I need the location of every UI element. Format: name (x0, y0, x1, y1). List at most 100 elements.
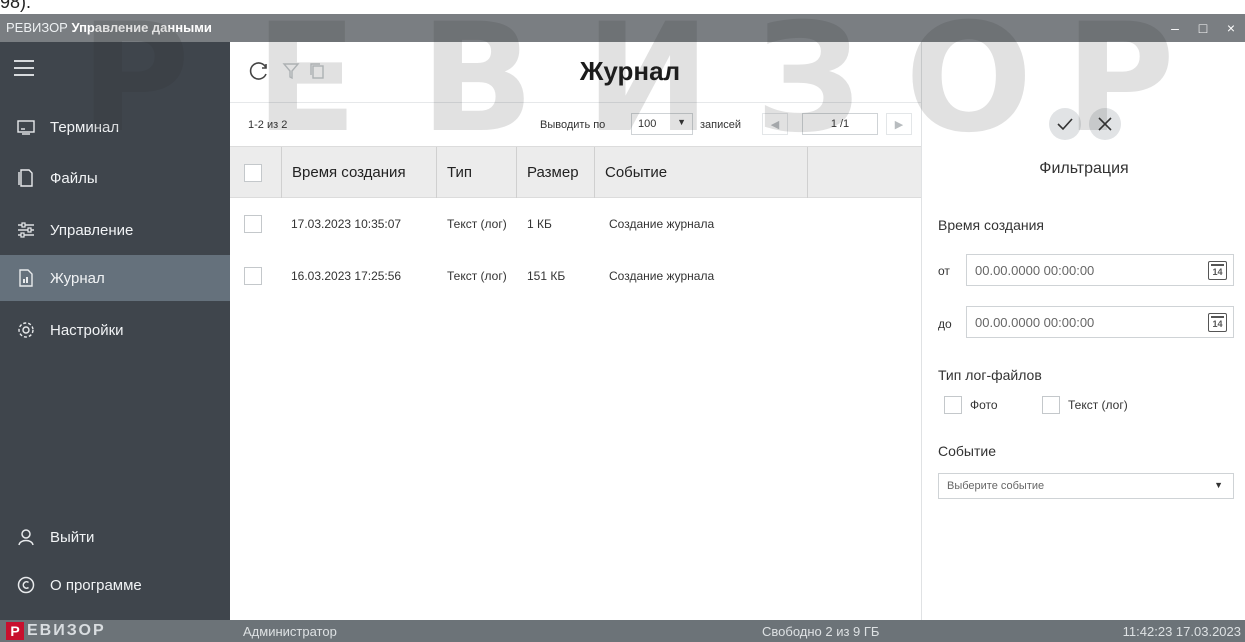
gear-icon (16, 320, 36, 340)
sidebar-item-label: Управление (50, 221, 134, 239)
event-select-placeholder: Выберите событие (947, 480, 1045, 492)
toolbar: Журнал (230, 42, 921, 102)
header-select-all (230, 147, 282, 198)
calendar-icon[interactable]: 14 (1208, 261, 1227, 280)
filter-title: Фильтрация (1039, 160, 1129, 177)
cell-event: Создание журнала (609, 269, 715, 283)
type-photo-label: Фото (970, 398, 998, 412)
page-indicator[interactable]: 1 /1 (802, 113, 878, 135)
window-controls: – □ × (1161, 14, 1245, 42)
cell-type: Текст (лог) (447, 217, 507, 231)
filter-panel: Фильтрация Время создания от 00.00.0000 … (921, 42, 1245, 620)
event-label: Событие (938, 443, 996, 459)
table-row[interactable]: 17.03.2023 10:35:07 Текст (лог) 1 КБ Соз… (230, 198, 921, 250)
select-all-checkbox[interactable] (244, 163, 262, 182)
type-photo-option[interactable]: Фото (944, 396, 998, 414)
table-header: Время создания Тип Размер Событие (230, 146, 921, 198)
journal-content: Журнал 1-2 из 2 Выводить по 100 ▼ записе… (230, 42, 921, 620)
reset-filter-button[interactable] (1089, 108, 1121, 140)
sidebar-item-about[interactable]: О программе (0, 562, 230, 608)
refresh-icon[interactable] (248, 60, 270, 82)
pagination-bar: 1-2 из 2 Выводить по 100 ▼ записей ◀ 1 /… (230, 102, 921, 146)
status-user: Администратор (243, 624, 337, 639)
apply-filter-button[interactable] (1049, 108, 1081, 140)
files-icon (16, 168, 36, 188)
cell-type: Текст (лог) (447, 269, 507, 283)
app-title: РЕВИЗОР Управление данными (6, 20, 212, 35)
created-time-label: Время создания (938, 217, 1044, 233)
dropdown-arrow-icon: ▼ (1214, 480, 1223, 490)
column-header-event[interactable]: Событие (595, 147, 808, 198)
event-select[interactable]: Выберите событие ▼ (938, 473, 1234, 499)
filter-icon[interactable] (280, 60, 302, 82)
sidebar-item-settings[interactable]: Настройки (0, 307, 230, 353)
revizor-logo: Р ЕВИЗОР (0, 620, 106, 642)
cell-size: 1 КБ (527, 217, 552, 231)
logo-badge: Р (6, 622, 24, 640)
window-titlebar: РЕВИЗОР Управление данными – □ × (0, 14, 1245, 42)
sidebar-item-logout[interactable]: Выйти (0, 514, 230, 560)
date-to-field[interactable]: 00.00.0000 00:00:00 14 (966, 306, 1234, 338)
row-checkbox[interactable] (244, 267, 262, 285)
date-from-field[interactable]: 00.00.0000 00:00:00 14 (966, 254, 1234, 286)
status-bar: Р ЕВИЗОР Администратор Свободно 2 из 9 Г… (0, 620, 1245, 642)
app-brand: РЕВИЗОР (6, 20, 68, 35)
logo-text: ЕВИЗОР (27, 622, 106, 639)
column-header-type[interactable]: Тип (437, 147, 517, 198)
sidebar-item-journal[interactable]: Журнал (0, 255, 230, 301)
type-text-option[interactable]: Текст (лог) (1042, 396, 1128, 414)
column-header-size[interactable]: Размер (517, 147, 595, 198)
per-page-value: 100 (638, 118, 657, 130)
terminal-icon (16, 117, 36, 137)
record-count: 1-2 из 2 (248, 119, 288, 131)
sidebar-item-label: Выйти (50, 528, 95, 546)
top-strip: 98). (0, 0, 1245, 14)
sidebar: Терминал Файлы Управление Журнал Настрой… (0, 42, 230, 620)
log-type-label: Тип лог-файлов (938, 367, 1042, 383)
top-strip-text: 98). (0, 0, 32, 12)
type-text-checkbox[interactable] (1042, 396, 1060, 414)
sliders-icon (16, 220, 36, 240)
sidebar-item-terminal[interactable]: Терминал (0, 104, 230, 150)
sidebar-item-control[interactable]: Управление (0, 207, 230, 253)
per-page-select[interactable]: 100 ▼ (631, 113, 693, 135)
status-clock: 11:42:23 17.03.2023 (1122, 624, 1241, 639)
calendar-icon[interactable]: 14 (1208, 313, 1227, 332)
date-to-value: 00.00.0000 00:00:00 (975, 314, 1095, 330)
next-page-button[interactable]: ▶ (886, 113, 912, 135)
page-title: Журнал (579, 56, 681, 86)
prev-page-button[interactable]: ◀ (762, 113, 788, 135)
column-header-time[interactable]: Время создания (282, 147, 437, 198)
user-logout-icon (16, 527, 36, 547)
copy-icon[interactable] (306, 60, 328, 82)
sidebar-item-label: Журнал (50, 269, 105, 287)
to-label: до (938, 317, 952, 331)
cell-time: 17.03.2023 10:35:07 (291, 217, 402, 231)
cell-time: 16.03.2023 17:25:56 (291, 269, 402, 283)
sidebar-item-label: Файлы (50, 169, 98, 187)
journal-table: Время создания Тип Размер Событие 17.03.… (230, 146, 921, 302)
hamburger-menu-icon[interactable] (14, 60, 34, 76)
type-photo-checkbox[interactable] (944, 396, 962, 414)
row-checkbox[interactable] (244, 215, 262, 233)
dropdown-arrow-icon: ▼ (677, 117, 686, 127)
close-window-button[interactable]: × (1217, 14, 1245, 42)
per-page-label: Выводить по (540, 119, 606, 131)
from-label: от (938, 264, 950, 278)
maximize-button[interactable]: □ (1189, 14, 1217, 42)
cell-event: Создание журнала (609, 217, 715, 231)
table-row[interactable]: 16.03.2023 17:25:56 Текст (лог) 151 КБ С… (230, 250, 921, 302)
type-text-label: Текст (лог) (1068, 398, 1128, 412)
sidebar-item-label: О программе (50, 576, 142, 594)
minimize-button[interactable]: – (1161, 14, 1189, 42)
status-free-space: Свободно 2 из 9 ГБ (762, 624, 880, 639)
date-from-value: 00.00.0000 00:00:00 (975, 262, 1095, 278)
records-label: записей (700, 119, 742, 131)
sidebar-item-label: Терминал (50, 118, 120, 136)
sidebar-item-label: Настройки (50, 321, 124, 339)
cell-size: 151 КБ (527, 269, 566, 283)
sidebar-item-files[interactable]: Файлы (0, 155, 230, 201)
journal-icon (16, 268, 36, 288)
app-window-title: Управление данными (71, 20, 212, 35)
copyright-icon (16, 575, 36, 595)
